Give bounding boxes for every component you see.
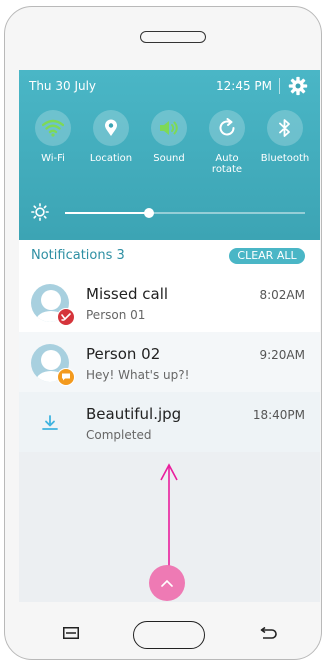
notification-download[interactable]: Beautiful.jpg Completed 18:40PM [19,392,320,452]
status-divider [279,78,280,94]
notification-subtitle: Person 01 [86,308,146,322]
notification-subtitle: Hey! What's up?! [86,368,190,382]
notification-time: 8:02AM [259,288,305,302]
earpiece-speaker [140,31,206,43]
sound-label: Sound [153,153,185,164]
brightness-slider[interactable] [65,208,305,218]
notifications-header: Notifications 3 CLEAR ALL [19,240,320,272]
auto-rotate-toggle[interactable]: Auto rotate [199,110,255,175]
brightness-slider-thumb[interactable] [144,208,154,218]
wifi-label: Wi-Fi [41,153,65,164]
location-toggle[interactable]: Location [83,110,139,164]
brightness-slider-fill [65,212,149,214]
notification-title: Person 02 [86,345,161,363]
notification-title: Beautiful.jpg [86,405,182,423]
download-icon [42,415,58,430]
wifi-icon [35,110,71,146]
status-date: Thu 30 July [29,79,97,93]
auto-rotate-icon [209,110,245,146]
bluetooth-toggle[interactable]: Bluetooth [257,110,313,164]
clear-all-button[interactable]: CLEAR ALL [229,248,305,264]
notification-panel-header: Thu 30 July 12:45 PM Wi-Fi Location Soun… [19,70,320,240]
missed-call-icon [57,308,75,326]
notification-time: 9:20AM [259,348,305,362]
notification-time: 18:40PM [252,408,305,422]
swipe-touch-point[interactable] [149,565,185,601]
notification-message[interactable]: Person 02 Hey! What's up?! 9:20AM [19,332,320,392]
notification-missed-call[interactable]: Missed call Person 01 8:02AM [19,272,320,332]
menu-key-icon[interactable] [63,627,79,639]
notifications-title: Notifications 3 [31,248,125,263]
sound-toggle[interactable]: Sound [141,110,197,164]
status-time: 12:45 PM [216,79,272,93]
location-icon [93,110,129,146]
notification-subtitle: Completed [86,428,152,442]
notification-title: Missed call [86,285,169,303]
bluetooth-icon [267,110,303,146]
screen: Thu 30 July 12:45 PM Wi-Fi Location Soun… [19,70,320,602]
wifi-toggle[interactable]: Wi-Fi [25,110,81,164]
sound-icon [151,110,187,146]
auto-rotate-label: Auto rotate [211,153,243,175]
bluetooth-label: Bluetooth [260,153,310,164]
brightness-icon [31,203,49,221]
back-key-icon[interactable] [258,627,278,641]
message-icon [57,368,75,386]
gear-icon[interactable] [288,76,308,96]
home-button[interactable] [133,621,205,649]
location-label: Location [89,153,133,164]
